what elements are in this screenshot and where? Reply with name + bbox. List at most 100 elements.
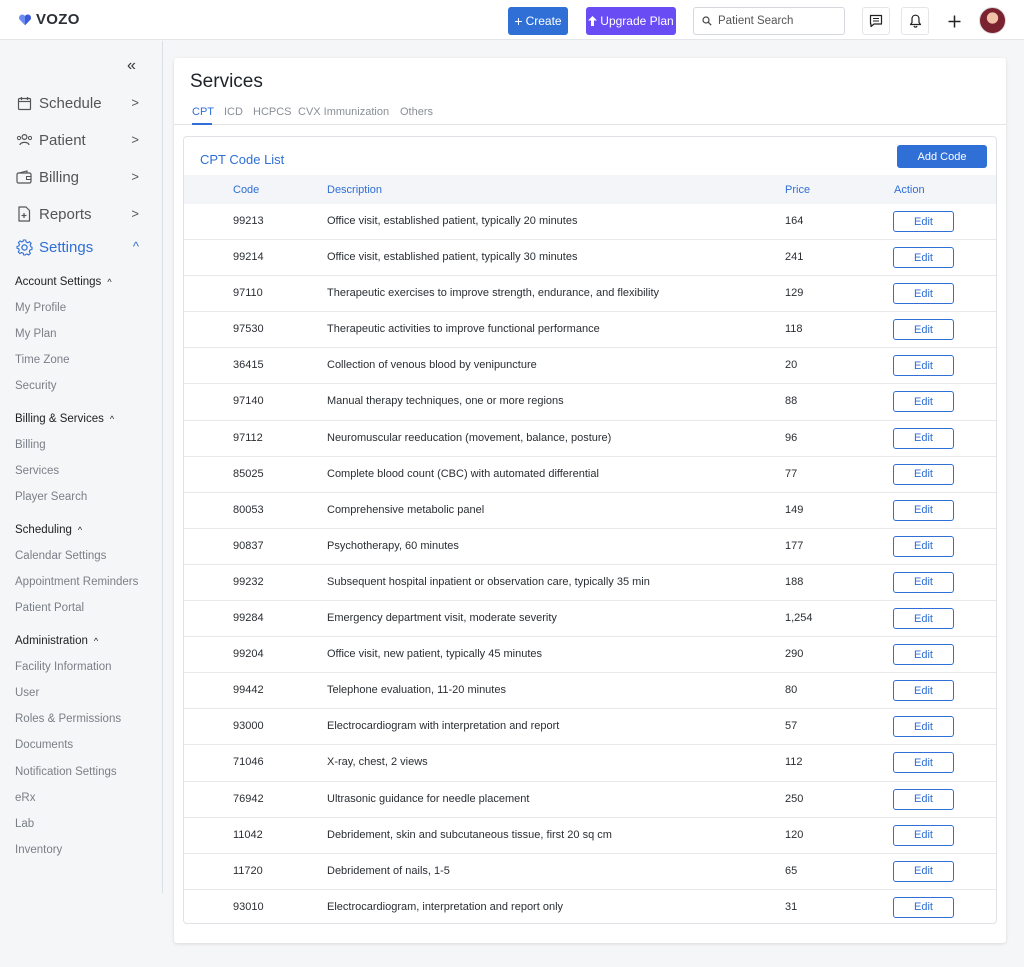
sidebar-item-security[interactable]: Security: [15, 380, 57, 392]
cell-code: 99232: [233, 575, 264, 588]
section-account-settings[interactable]: Account Settings ^: [15, 276, 112, 288]
edit-button[interactable]: Edit: [893, 571, 954, 593]
edit-button[interactable]: Edit: [893, 824, 954, 846]
edit-button[interactable]: Edit: [893, 896, 954, 918]
edit-button[interactable]: Edit: [893, 608, 954, 630]
cell-price: 80: [785, 684, 798, 697]
edit-button[interactable]: Edit: [893, 319, 954, 341]
add-code-button[interactable]: Add Code: [897, 145, 987, 168]
edit-button[interactable]: Edit: [893, 355, 954, 377]
sidebar-item-user[interactable]: User: [15, 687, 39, 699]
sidebar-item-facility-information[interactable]: Facility Information: [15, 661, 112, 673]
sidebar-item-notification-settings[interactable]: Notification Settings: [15, 766, 117, 778]
tab-icd[interactable]: ICD: [224, 106, 243, 118]
patient-search[interactable]: [693, 7, 845, 35]
sidebar-item-roles-permissions[interactable]: Roles & Permissions: [15, 713, 121, 725]
cell-code: 11042: [233, 828, 263, 841]
cell-description: X-ray, chest, 2 views: [327, 756, 428, 769]
cell-description: Debridement, skin and subcutaneous tissu…: [327, 828, 612, 841]
edit-button[interactable]: Edit: [893, 391, 954, 413]
tab-cpt[interactable]: CPT: [192, 106, 214, 118]
gear-icon: [15, 238, 33, 256]
table-row: 93000 Electrocardiogram with interpretati…: [184, 709, 996, 746]
sidebar-item-patient-portal[interactable]: Patient Portal: [15, 602, 84, 614]
edit-button[interactable]: Edit: [893, 499, 954, 521]
cell-description: Telephone evaluation, 11-20 minutes: [327, 684, 506, 697]
nav-settings[interactable]: Settings ^: [15, 235, 145, 259]
upgrade-plan-button[interactable]: Upgrade Plan: [586, 7, 676, 35]
column-header-description[interactable]: Description: [327, 184, 382, 196]
table-row: 93010 Electrocardiogram, interpretation a…: [184, 890, 996, 923]
column-header-code[interactable]: Code: [233, 184, 259, 196]
section-billing-services[interactable]: Billing & Services ^: [15, 413, 114, 425]
cell-code: 97112: [233, 431, 263, 444]
edit-button[interactable]: Edit: [893, 427, 954, 449]
cell-price: 20: [785, 359, 798, 372]
cell-code: 99213: [233, 215, 264, 227]
sidebar-item-time-zone[interactable]: Time Zone: [15, 354, 70, 366]
sidebar-item-lab[interactable]: Lab: [15, 818, 34, 830]
cell-code: 99284: [233, 612, 264, 625]
table-row: 99232 Subsequent hospital inpatient or ob…: [184, 565, 996, 602]
edit-button[interactable]: Edit: [893, 247, 954, 269]
cell-code: 93010: [233, 900, 264, 913]
nav-schedule[interactable]: Schedule >: [15, 91, 145, 115]
cell-price: 188: [785, 575, 804, 588]
cell-description: Office visit, established patient, typic…: [327, 251, 578, 264]
edit-button[interactable]: Edit: [893, 283, 954, 305]
sidebar-item-inventory[interactable]: Inventory: [15, 844, 62, 856]
sidebar-item-calendar-settings[interactable]: Calendar Settings: [15, 550, 106, 562]
edit-button[interactable]: Edit: [893, 716, 954, 738]
edit-button[interactable]: Edit: [893, 788, 954, 810]
upgrade-button-label: Upgrade Plan: [600, 14, 674, 28]
user-avatar[interactable]: [979, 7, 1006, 34]
sidebar-item-services[interactable]: Services: [15, 465, 59, 477]
add-button[interactable]: [940, 7, 968, 35]
sidebar-item-my-plan[interactable]: My Plan: [15, 328, 57, 340]
notifications-button[interactable]: [901, 7, 929, 35]
table-body: 99213 Office visit, established patient, …: [184, 204, 996, 923]
create-button[interactable]: + Create: [508, 7, 568, 35]
tab-others[interactable]: Others: [400, 106, 433, 118]
chat-icon: [869, 14, 883, 28]
cell-code: 36415: [233, 359, 264, 372]
sidebar-item-erx[interactable]: eRx: [15, 792, 35, 804]
nav-reports-label: Reports: [39, 205, 92, 223]
edit-button[interactable]: Edit: [893, 211, 954, 232]
cell-description: Office visit, established patient, typic…: [327, 215, 578, 227]
nav-reports[interactable]: Reports >: [15, 202, 145, 226]
nav-patient[interactable]: Patient >: [15, 128, 145, 152]
collapse-sidebar-icon[interactable]: «: [127, 57, 136, 75]
cell-description: Electrocardiogram with interpretation an…: [327, 720, 560, 733]
tab-hcpcs[interactable]: HCPCS: [253, 106, 292, 118]
nav-billing[interactable]: Billing >: [15, 165, 145, 189]
cell-description: Manual therapy techniques, one or more r…: [327, 395, 564, 408]
cell-code: 11720: [233, 864, 263, 877]
cell-code: 97140: [233, 395, 264, 408]
sidebar-item-documents[interactable]: Documents: [15, 739, 73, 751]
patient-search-input[interactable]: [718, 15, 838, 27]
edit-button[interactable]: Edit: [893, 535, 954, 557]
messages-button[interactable]: [862, 7, 890, 35]
sidebar-item-my-profile[interactable]: My Profile: [15, 302, 66, 314]
section-administration[interactable]: Administration ^: [15, 635, 98, 647]
edit-button[interactable]: Edit: [893, 680, 954, 702]
cell-code: 76942: [233, 792, 264, 805]
tab-cvx-immunization[interactable]: CVX Immunization: [298, 106, 389, 118]
column-header-price[interactable]: Price: [785, 184, 810, 196]
section-scheduling[interactable]: Scheduling ^: [15, 524, 82, 536]
plus-icon: [948, 15, 960, 27]
sidebar-item-appointment-reminders[interactable]: Appointment Reminders: [15, 576, 138, 588]
cell-description: Neuromuscular reeducation (movement, bal…: [327, 431, 612, 444]
logo[interactable]: VOZO: [18, 11, 80, 28]
sidebar-item-billing[interactable]: Billing: [15, 439, 46, 451]
cell-description: Office visit, new patient, typically 45 …: [327, 648, 543, 661]
edit-button[interactable]: Edit: [893, 463, 954, 485]
cell-price: 164: [785, 215, 804, 227]
edit-button[interactable]: Edit: [893, 644, 954, 666]
edit-button[interactable]: Edit: [893, 752, 954, 774]
active-tab-indicator: [192, 123, 212, 125]
edit-button[interactable]: Edit: [893, 860, 954, 882]
logo-text: VOZO: [36, 11, 80, 28]
sidebar-item-player-search[interactable]: Player Search: [15, 491, 87, 503]
